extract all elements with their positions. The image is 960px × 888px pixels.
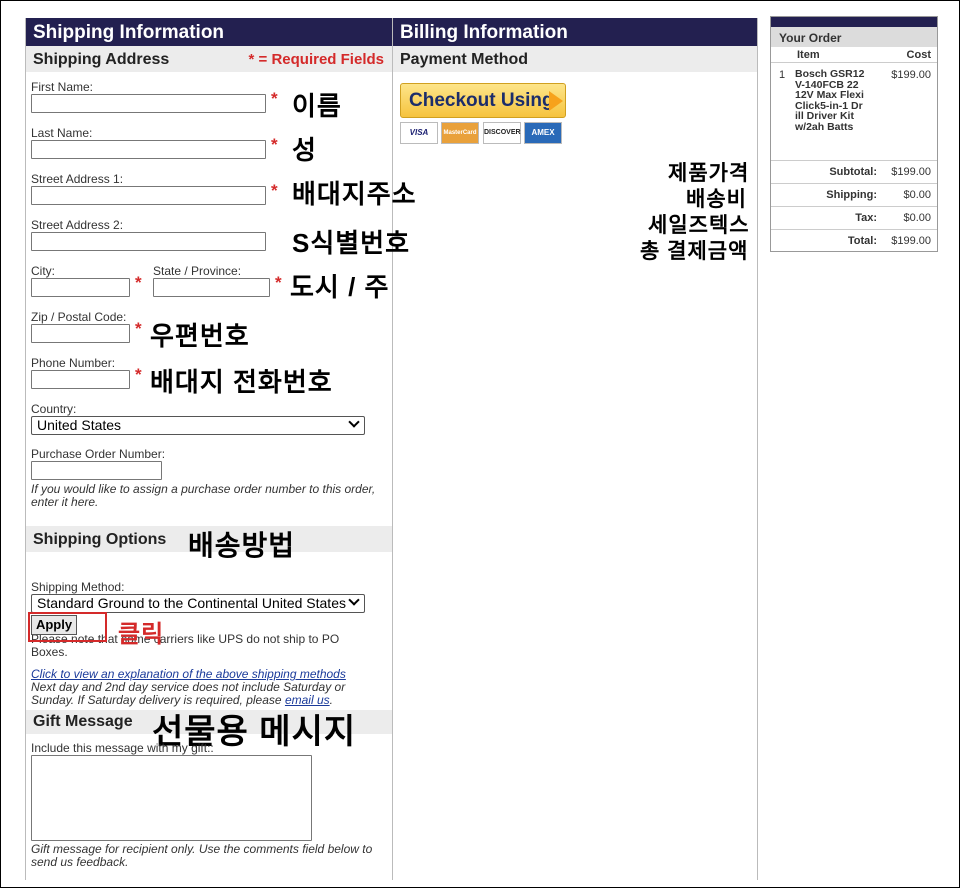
- total-value: $199.00: [891, 235, 931, 247]
- street2-label: Street Address 2:: [31, 218, 124, 232]
- shipping-address-title: Shipping Address * = Required Fields: [26, 46, 392, 72]
- payment-method-title: Payment Method: [393, 46, 757, 72]
- annotation-city-state: 도시 / 주: [290, 272, 390, 302]
- required-fields-note: * = Required Fields: [248, 51, 384, 68]
- checkout-using-badge[interactable]: Checkout Using VISA MasterCard DISCOVER …: [400, 83, 568, 145]
- order-summary-title: Your Order: [771, 27, 937, 47]
- checkout-using-label: Checkout Using: [409, 90, 554, 111]
- shipping-info-header: Shipping Information: [26, 18, 392, 46]
- shipping-cost-label: Shipping:: [826, 189, 877, 201]
- discover-icon: DISCOVER: [483, 122, 521, 144]
- annotation-total: 총 결제금액: [640, 240, 749, 263]
- visa-icon: VISA: [400, 122, 438, 144]
- order-item-name: Bosch GSR12V-140FCB 22 12V Max FlexiClic…: [795, 68, 865, 133]
- billing-info-header: Billing Information: [393, 18, 757, 46]
- order-subtotal-row: Subtotal: $199.00: [771, 160, 937, 182]
- order-column-headers: Item Cost: [771, 47, 937, 63]
- tax-label: Tax:: [855, 212, 877, 224]
- amex-icon: AMEX: [524, 122, 562, 144]
- annotation-click: 클릭: [118, 621, 165, 648]
- country-select[interactable]: United States: [31, 416, 365, 435]
- first-name-label: First Name:: [31, 80, 94, 94]
- city-input[interactable]: [31, 278, 130, 297]
- billing-column: Billing Information Payment Method: [393, 18, 758, 880]
- street2-input[interactable]: [31, 232, 266, 251]
- state-required-star: *: [275, 273, 282, 292]
- order-summary-topbar: [771, 17, 937, 27]
- shipping-method-value: Standard Ground to the Continental Unite…: [37, 595, 346, 611]
- shipping-cost-value: $0.00: [903, 189, 931, 201]
- order-col-cost: Cost: [906, 49, 931, 61]
- last-name-label: Last Name:: [31, 126, 93, 140]
- tax-value: $0.00: [903, 212, 931, 224]
- chevron-down-icon: [348, 594, 360, 606]
- shipping-address-label: Shipping Address: [33, 51, 170, 68]
- order-col-item: Item: [797, 49, 820, 61]
- order-tax-row: Tax: $0.00: [771, 206, 937, 228]
- shipping-method-select[interactable]: Standard Ground to the Continental Unite…: [31, 594, 365, 613]
- street1-label: Street Address 1:: [31, 172, 124, 186]
- annotation-first-name: 이름: [292, 91, 342, 121]
- annotation-zip: 우편번호: [150, 321, 250, 351]
- order-item-cost: $199.00: [891, 69, 931, 81]
- zip-label: Zip / Postal Code:: [31, 310, 127, 324]
- shipping-methods-explain-link[interactable]: Click to view an explanation of the abov…: [31, 667, 346, 681]
- country-select-value: United States: [37, 417, 122, 433]
- annotation-last-name: 성: [292, 135, 317, 165]
- first-name-required-star: *: [271, 89, 278, 108]
- annotation-shipping-method: 배송방법: [188, 530, 296, 561]
- subtotal-value: $199.00: [891, 166, 931, 178]
- zip-input[interactable]: [31, 324, 130, 343]
- phone-input[interactable]: [31, 370, 130, 389]
- state-label: State / Province:: [153, 264, 242, 278]
- zip-required-star: *: [135, 319, 142, 338]
- chevron-down-icon: [348, 416, 360, 428]
- country-label: Country:: [31, 402, 77, 416]
- last-name-input[interactable]: [31, 140, 266, 159]
- mastercard-icon: MasterCard: [441, 122, 479, 144]
- total-label: Total:: [847, 235, 877, 247]
- annotation-phone: 배대지 전화번호: [150, 367, 333, 397]
- play-arrow-icon: [549, 91, 563, 111]
- gift-message-textarea[interactable]: [31, 755, 312, 841]
- order-item-row: 1 Bosch GSR12V-140FCB 22 12V Max FlexiCl…: [771, 69, 937, 155]
- annotation-highlight-box: [28, 612, 107, 642]
- state-input[interactable]: [153, 278, 270, 297]
- order-summary: Your Order Item Cost 1 Bosch GSR12V-140F…: [770, 16, 938, 252]
- last-name-required-star: *: [271, 135, 278, 154]
- street1-input[interactable]: [31, 186, 266, 205]
- order-item-qty: 1: [779, 69, 786, 81]
- po-input[interactable]: [31, 461, 162, 480]
- city-label: City:: [31, 264, 55, 278]
- checkout-using-button[interactable]: Checkout Using: [400, 83, 566, 118]
- gift-message-note: Gift message for recipient only. Use the…: [31, 842, 373, 869]
- phone-required-star: *: [135, 365, 142, 384]
- first-name-input[interactable]: [31, 94, 266, 113]
- shipping-method-label: Shipping Method:: [31, 580, 125, 594]
- city-required-star: *: [135, 273, 142, 292]
- gift-message-label: Include this message with my gift::: [31, 741, 214, 755]
- po-label: Purchase Order Number:: [31, 447, 166, 461]
- street1-required-star: *: [271, 181, 278, 200]
- phone-label: Phone Number:: [31, 356, 116, 370]
- po-note: If you would like to assign a purchase o…: [31, 482, 376, 509]
- order-total-row: Total: $199.00: [771, 229, 937, 251]
- subtotal-label: Subtotal:: [829, 166, 877, 178]
- order-shipping-row: Shipping: $0.00: [771, 183, 937, 205]
